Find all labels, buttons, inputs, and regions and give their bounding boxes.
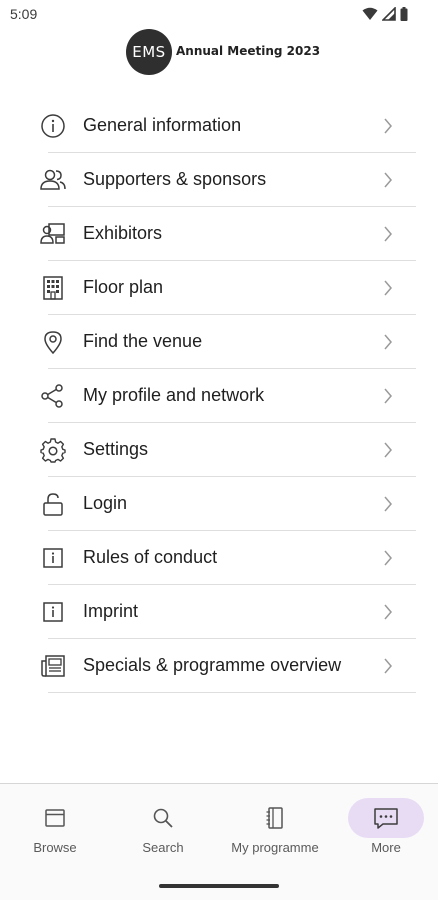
- building-icon: [43, 276, 63, 300]
- status-bar: 5:09: [0, 0, 438, 28]
- menu-item-label: Find the venue: [83, 331, 203, 351]
- info-circle-icon: [41, 114, 65, 138]
- nav-label: More: [371, 840, 401, 855]
- app-header: EMS Annual Meeting 2023: [0, 28, 438, 80]
- nav-label: Browse: [33, 840, 77, 855]
- wifi-icon: [362, 7, 378, 20]
- chevron-right-icon: [384, 118, 392, 134]
- divider: [48, 692, 416, 693]
- menu-item-general-information[interactable]: General information: [0, 99, 438, 153]
- nav-my-programme[interactable]: My programme: [220, 784, 330, 864]
- ems-logo: EMS: [126, 29, 172, 75]
- menu-item-label: Specials & programme overview: [83, 655, 342, 675]
- menu-item-login[interactable]: Login: [0, 477, 438, 531]
- chevron-right-icon: [384, 550, 392, 566]
- nav-icon-container: [125, 798, 201, 838]
- chevron-right-icon: [384, 496, 392, 512]
- nav-label: Search: [142, 840, 184, 855]
- gear-icon: [40, 438, 66, 463]
- bottom-navigation: Browse Search My programme More: [0, 784, 438, 864]
- unlock-icon: [43, 493, 63, 516]
- network-icon: [41, 384, 63, 408]
- menu-item-label: Floor plan: [83, 277, 164, 297]
- menu-item-supporters-sponsors[interactable]: Supporters & sponsors: [0, 153, 438, 207]
- chevron-right-icon: [384, 172, 392, 188]
- chevron-right-icon: [384, 388, 392, 404]
- exhibitor-icon: [40, 223, 65, 244]
- chevron-right-icon: [384, 604, 392, 620]
- menu-item-label: My profile and network: [83, 385, 265, 405]
- chevron-right-icon: [384, 658, 392, 674]
- menu-item-exhibitors[interactable]: Exhibitors: [0, 207, 438, 261]
- info-square-icon: [43, 548, 63, 568]
- chevron-right-icon: [384, 442, 392, 458]
- menu-item-my-profile-network[interactable]: My profile and network: [0, 369, 438, 423]
- menu-item-label: Login: [83, 493, 128, 513]
- status-time: 5:09: [10, 6, 38, 22]
- menu-item-label: Supporters & sponsors: [83, 169, 267, 189]
- map-pin-icon: [44, 331, 62, 355]
- chevron-right-icon: [384, 226, 392, 242]
- nav-icon-container: [348, 798, 424, 838]
- menu-item-label: Settings: [83, 439, 149, 459]
- newspaper-icon: [41, 655, 65, 677]
- menu-item-label: General information: [83, 115, 242, 135]
- menu-item-rules-of-conduct[interactable]: Rules of conduct: [0, 531, 438, 585]
- more-menu-list: General information Supporters & sponsor…: [0, 99, 438, 693]
- menu-item-floor-plan[interactable]: Floor plan: [0, 261, 438, 315]
- nav-more[interactable]: More: [331, 784, 438, 864]
- gesture-area: [0, 864, 438, 900]
- nav-label: My programme: [231, 840, 319, 855]
- chat-dots-icon: [374, 808, 398, 829]
- info-square-icon: [43, 602, 63, 622]
- nav-browse[interactable]: Browse: [0, 784, 110, 864]
- notebook-icon: [266, 807, 283, 829]
- chevron-right-icon: [384, 334, 392, 350]
- battery-icon: [400, 7, 408, 21]
- chevron-right-icon: [384, 280, 392, 296]
- search-icon: [153, 808, 173, 828]
- menu-item-settings[interactable]: Settings: [0, 423, 438, 477]
- nav-icon-container: [237, 798, 313, 838]
- menu-item-specials-programme-overview[interactable]: Specials & programme overview: [0, 639, 438, 693]
- menu-item-label: Exhibitors: [83, 223, 163, 243]
- people-icon: [40, 169, 66, 190]
- menu-item-imprint[interactable]: Imprint: [0, 585, 438, 639]
- status-icons: [362, 7, 408, 21]
- nav-search[interactable]: Search: [108, 784, 218, 864]
- signal-icon: [382, 7, 396, 21]
- menu-item-find-the-venue[interactable]: Find the venue: [0, 315, 438, 369]
- event-title: Annual Meeting 2023: [176, 44, 321, 58]
- home-gesture-bar[interactable]: [159, 884, 279, 888]
- menu-item-label: Imprint: [83, 601, 139, 621]
- menu-item-label: Rules of conduct: [83, 547, 218, 567]
- browser-window-icon: [45, 809, 65, 827]
- nav-icon-container: [17, 798, 93, 838]
